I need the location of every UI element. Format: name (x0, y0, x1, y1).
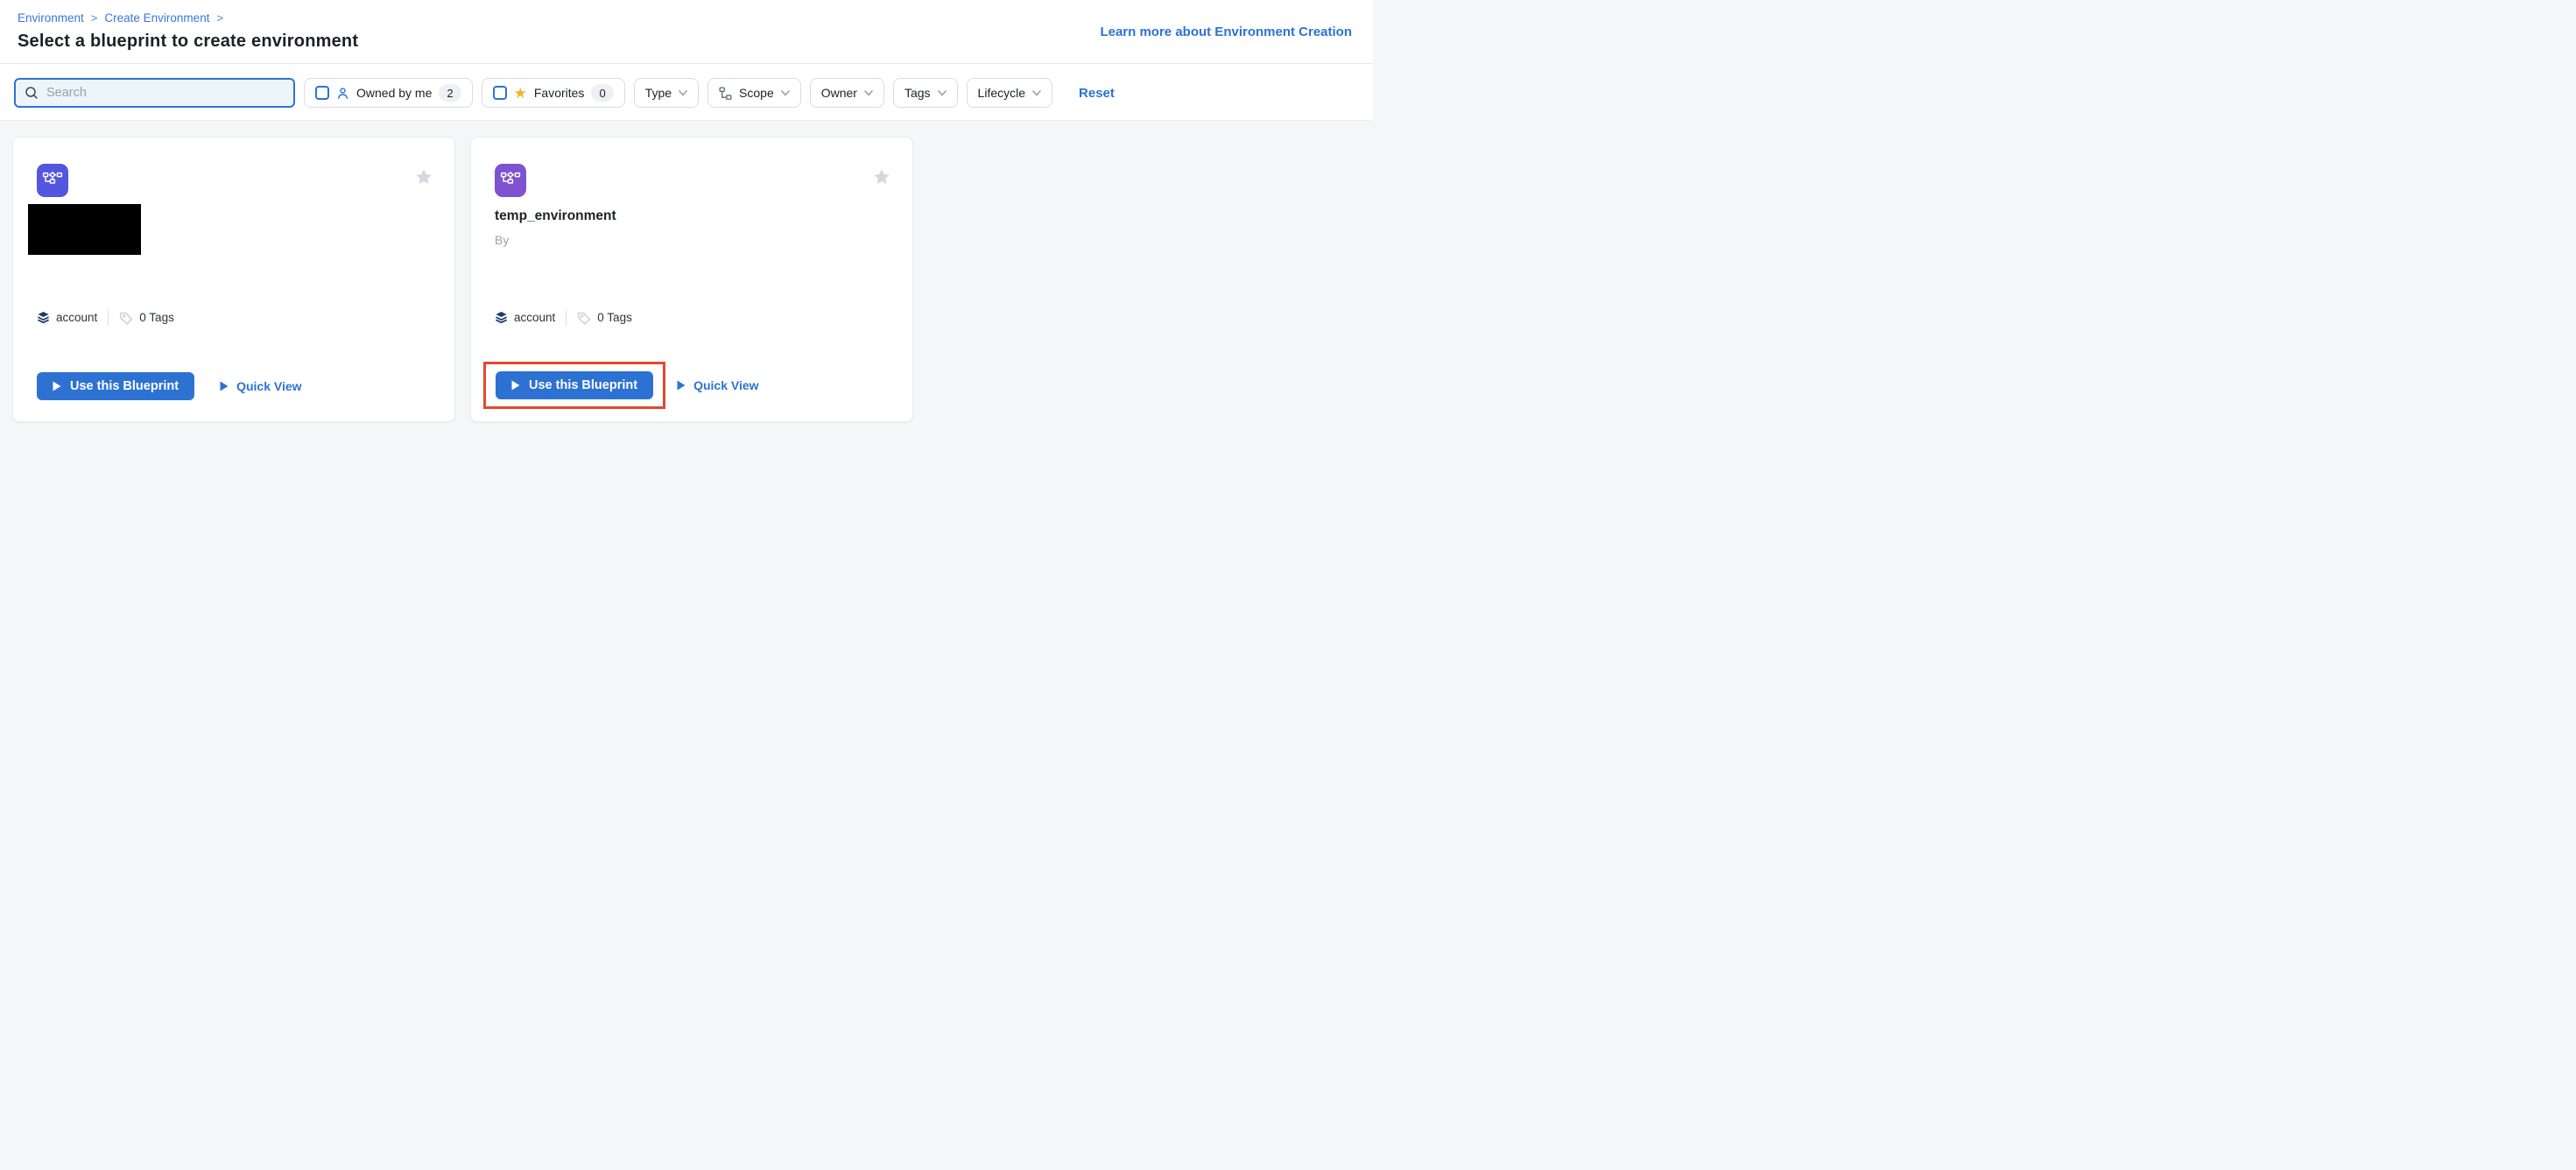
use-this-blueprint-button[interactable]: Use this Blueprint (496, 371, 653, 399)
quick-view-link[interactable]: Quick View (220, 379, 301, 393)
redacted-blueprint-name (28, 204, 141, 255)
user-icon (336, 87, 349, 100)
layers-icon (37, 311, 50, 324)
quick-view-link[interactable]: Quick View (677, 378, 758, 392)
blueprint-author: By (495, 233, 509, 247)
tags-count: 0 Tags (597, 311, 632, 324)
type-dropdown[interactable]: Type (634, 78, 699, 108)
tags-dropdown-label: Tags (904, 86, 931, 100)
breadcrumb-separator: > (91, 11, 98, 25)
lifecycle-dropdown[interactable]: Lifecycle (967, 78, 1052, 108)
favorite-star-icon[interactable] (872, 167, 891, 187)
filter-bar: Owned by me 2 ★ Favorites 0 Type Scope O… (0, 63, 1373, 120)
blueprint-card-2: temp_environment By account 0 Tags (470, 137, 913, 422)
owned-by-me-checkbox[interactable] (315, 86, 329, 100)
search-icon (25, 86, 39, 100)
card-actions: Use this Blueprint Quick View (483, 362, 759, 409)
scope-dropdown[interactable]: Scope (707, 78, 801, 108)
type-dropdown-label: Type (645, 86, 672, 100)
meta-divider (108, 309, 109, 326)
owned-by-me-label: Owned by me (356, 86, 432, 100)
lifecycle-dropdown-label: Lifecycle (978, 86, 1025, 100)
play-icon (220, 381, 229, 391)
tags-count: 0 Tags (139, 311, 174, 324)
tag-icon (577, 311, 591, 325)
owner-dropdown-label: Owner (821, 86, 857, 100)
favorite-star-icon: ★ (514, 86, 527, 101)
favorites-label: Favorites (534, 86, 585, 100)
highlight-annotation-box: Use this Blueprint (483, 362, 665, 409)
use-this-blueprint-label: Use this Blueprint (70, 379, 179, 393)
flowchart-glyph (500, 170, 521, 191)
scope-value: account (56, 311, 97, 324)
favorites-filter[interactable]: ★ Favorites 0 (482, 78, 625, 108)
chevron-down-icon (781, 90, 790, 96)
blueprint-icon (37, 164, 68, 197)
quick-view-label: Quick View (693, 378, 758, 392)
chevron-down-icon (679, 90, 687, 96)
search-input[interactable] (46, 86, 285, 100)
page-header: Environment > Create Environment > Selec… (0, 0, 1373, 63)
use-this-blueprint-label: Use this Blueprint (529, 378, 637, 392)
flowchart-glyph (42, 170, 63, 191)
owned-by-me-filter[interactable]: Owned by me 2 (304, 78, 473, 108)
card-meta-row: account 0 Tags (495, 309, 632, 326)
diagram-tree-icon (719, 87, 732, 100)
chevron-down-icon (864, 90, 873, 96)
scope-value: account (514, 311, 555, 324)
learn-more-link[interactable]: Learn more about Environment Creation (1100, 25, 1352, 39)
quick-view-label: Quick View (236, 379, 301, 393)
play-icon (53, 381, 61, 391)
tag-icon (119, 311, 133, 325)
use-this-blueprint-button[interactable]: Use this Blueprint (37, 372, 194, 400)
reset-filters-button[interactable]: Reset (1079, 86, 1115, 101)
blueprint-grid: account 0 Tags Use this Blueprint Quick … (0, 120, 1373, 438)
favorite-star-icon[interactable] (414, 167, 433, 187)
breadcrumb: Environment > Create Environment > (18, 11, 1352, 25)
card-actions: Use this Blueprint Quick View (37, 372, 302, 400)
play-icon (677, 380, 686, 391)
blueprint-name: temp_environment (495, 208, 616, 224)
play-icon (511, 380, 520, 391)
breadcrumb-create-environment[interactable]: Create Environment (104, 11, 209, 25)
chevron-down-icon (938, 90, 947, 96)
favorites-count: 0 (591, 84, 613, 102)
chevron-down-icon (1032, 90, 1041, 96)
tags-dropdown[interactable]: Tags (893, 78, 958, 108)
breadcrumb-separator: > (216, 11, 223, 25)
blueprint-card-1: account 0 Tags Use this Blueprint Quick … (12, 137, 455, 422)
owner-dropdown[interactable]: Owner (810, 78, 884, 108)
layers-icon (495, 311, 508, 324)
breadcrumb-environment[interactable]: Environment (18, 11, 84, 25)
blueprint-icon (495, 164, 526, 197)
search-box[interactable] (14, 78, 295, 108)
card-meta-row: account 0 Tags (37, 309, 174, 326)
scope-dropdown-label: Scope (739, 86, 774, 100)
favorites-checkbox[interactable] (493, 86, 507, 100)
owned-by-me-count: 2 (439, 84, 461, 102)
meta-divider (566, 309, 567, 326)
